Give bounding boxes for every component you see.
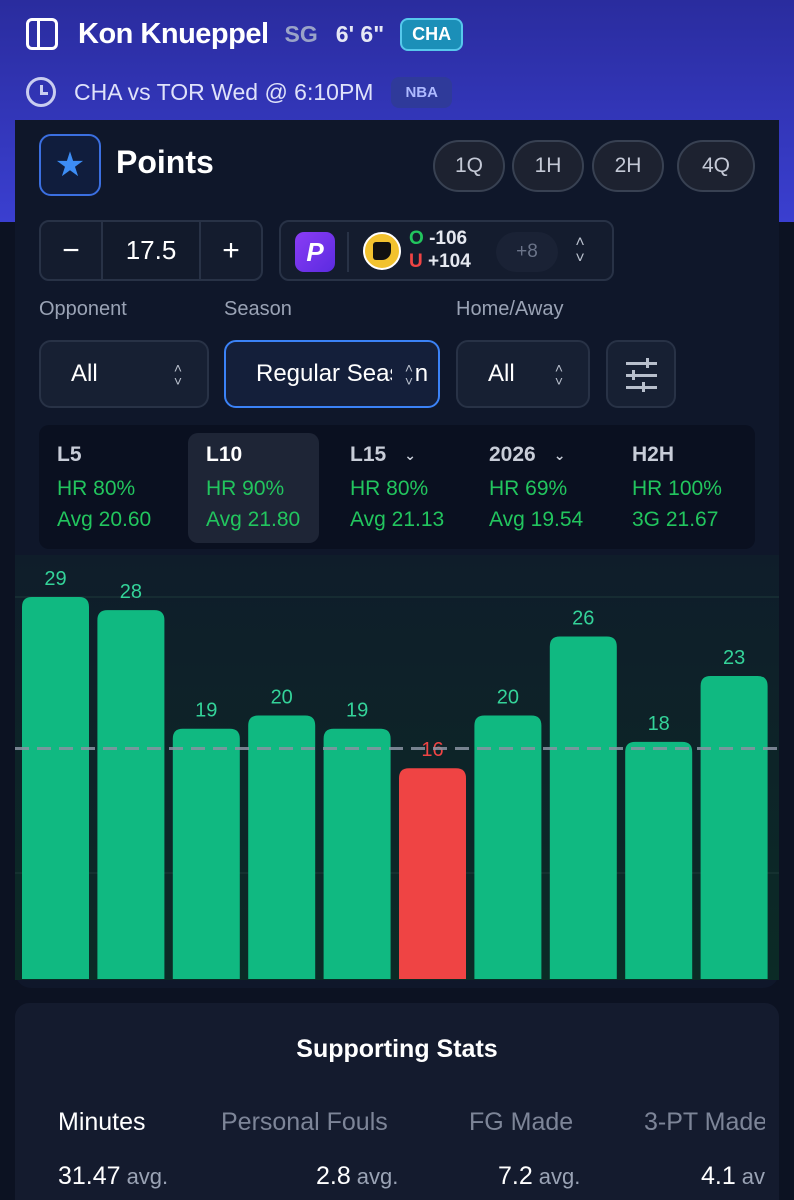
support-tab-3pt-made[interactable]: 3-PT Made bbox=[644, 1108, 765, 1137]
chart-bar[interactable] bbox=[248, 715, 316, 979]
chart-bar[interactable] bbox=[172, 728, 240, 979]
range-average: Avg 21.80 bbox=[206, 508, 301, 531]
increase-line-button[interactable]: + bbox=[201, 222, 261, 279]
opponent-value: All bbox=[71, 360, 98, 387]
bar-value-label: 23 bbox=[723, 647, 745, 669]
range-label: L15 bbox=[350, 443, 387, 466]
range-label: H2H bbox=[632, 443, 675, 466]
sidebar-toggle-icon[interactable] bbox=[26, 18, 58, 50]
player-header: Kon Knueppel SG 6' 6" CHA bbox=[26, 12, 464, 56]
period-button-1q[interactable]: 1Q bbox=[433, 140, 505, 192]
range-l5[interactable]: L5 HR 80% Avg 20.60 bbox=[39, 433, 185, 543]
prizepicks-logo-icon: P bbox=[295, 232, 335, 272]
range-2026[interactable]: 2026 ⌄ HR 69% Avg 19.54 bbox=[471, 433, 611, 543]
range-hit-rate: HR 100% bbox=[632, 477, 722, 500]
over-odds: O -106 bbox=[409, 228, 467, 250]
range-average: 3G 21.67 bbox=[632, 508, 719, 531]
support-tab-fg-made[interactable]: FG Made bbox=[469, 1108, 573, 1137]
bar-value-label: 19 bbox=[195, 700, 217, 722]
advanced-filters-button[interactable] bbox=[606, 340, 676, 408]
range-average: Avg 21.13 bbox=[350, 508, 445, 531]
range-l10[interactable]: L10 HR 90% Avg 21.80 bbox=[188, 433, 319, 543]
support-tab-personal-fouls[interactable]: Personal Fouls bbox=[221, 1108, 388, 1137]
chart-bar[interactable] bbox=[399, 768, 466, 979]
under-label: U bbox=[409, 251, 423, 272]
points-chart: 29 28 19 20 19 16 20 26 18 23 bbox=[15, 555, 779, 980]
chart-bar[interactable] bbox=[700, 676, 768, 979]
bar-chart-svg: 29 28 19 20 19 16 20 26 18 23 bbox=[15, 568, 779, 979]
chart-bar[interactable] bbox=[22, 597, 89, 979]
range-selector: L5 HR 80% Avg 20.60 L10 HR 90% Avg 21.80… bbox=[39, 425, 755, 549]
player-height: 6' 6" bbox=[335, 20, 385, 47]
range-l15[interactable]: L15 ⌄ HR 80% Avg 21.13 bbox=[332, 433, 467, 543]
chart-bar[interactable] bbox=[549, 636, 617, 979]
chevron-down-icon: ⌄ bbox=[404, 446, 416, 463]
range-average: Avg 19.54 bbox=[489, 508, 584, 531]
line-stepper: − 17.5 + bbox=[39, 220, 263, 281]
chevron-updown-icon: ˄ ˅ bbox=[402, 361, 416, 388]
bar-value-label: 16 bbox=[421, 739, 443, 761]
line-value[interactable]: 17.5 bbox=[101, 222, 201, 279]
period-button-4q[interactable]: 4Q bbox=[677, 140, 755, 192]
range-h2h[interactable]: H2H HR 100% 3G 21.67 bbox=[614, 433, 754, 543]
chevron-updown-icon: ˄ ˅ bbox=[575, 234, 585, 267]
support-value-minutes: 31.47 avg. bbox=[58, 1162, 169, 1190]
chart-bar[interactable] bbox=[625, 741, 693, 979]
chevron-updown-icon: ˄ ˅ bbox=[171, 361, 185, 388]
bar-value-label: 29 bbox=[44, 568, 66, 590]
chart-bar[interactable] bbox=[323, 728, 391, 979]
support-value-3pt-made: 4.1avg. bbox=[701, 1162, 765, 1190]
bar-value-label: 26 bbox=[572, 608, 594, 630]
game-matchup: CHA vs TOR Wed @ 6:10PM bbox=[74, 78, 374, 105]
player-name: Kon Knueppel bbox=[78, 17, 269, 50]
homeaway-label: Home/Away bbox=[456, 298, 564, 320]
player-position: SG bbox=[284, 20, 318, 47]
opponent-select[interactable]: All ˄ ˅ bbox=[39, 340, 209, 408]
over-price: -106 bbox=[429, 228, 468, 249]
chevron-updown-icon: ˄ ˅ bbox=[552, 361, 566, 388]
game-info: CHA vs TOR Wed @ 6:10PM NBA bbox=[26, 72, 452, 112]
support-value-personal-fouls: 2.8 avg. bbox=[316, 1162, 399, 1190]
favorite-button[interactable]: ★ bbox=[39, 134, 101, 196]
bar-value-label: 18 bbox=[648, 713, 670, 735]
chart-bar[interactable] bbox=[97, 610, 165, 979]
over-label: O bbox=[409, 228, 424, 249]
league-badge: NBA bbox=[391, 76, 452, 108]
chevron-down-icon: ⌄ bbox=[553, 446, 566, 463]
sportsbook-logo-icon bbox=[363, 232, 401, 270]
homeaway-value: All bbox=[488, 360, 515, 387]
period-button-2h[interactable]: 2H bbox=[592, 140, 664, 192]
star-icon: ★ bbox=[54, 146, 86, 184]
support-tab-minutes[interactable]: Minutes bbox=[58, 1108, 146, 1137]
range-label: L10 bbox=[206, 443, 243, 466]
bar-value-label: 20 bbox=[497, 687, 519, 709]
range-hit-rate: HR 80% bbox=[350, 477, 429, 500]
range-hit-rate: HR 80% bbox=[57, 477, 136, 500]
range-average: Avg 20.60 bbox=[57, 508, 152, 531]
range-label: L5 bbox=[57, 443, 82, 466]
team-badge: CHA bbox=[400, 17, 464, 51]
supporting-stats-card: Supporting Stats Minutes Personal Fouls … bbox=[15, 1003, 779, 1200]
range-label: 2026 bbox=[489, 443, 536, 466]
clock-icon bbox=[26, 77, 56, 107]
decrease-line-button[interactable]: − bbox=[41, 222, 101, 279]
more-books-badge[interactable]: +8 bbox=[496, 232, 558, 272]
homeaway-select[interactable]: All ˄ ˅ bbox=[456, 340, 590, 408]
support-value-fg-made: 7.2 avg. bbox=[498, 1162, 581, 1190]
chart-bar[interactable] bbox=[474, 715, 542, 979]
under-odds: U +104 bbox=[409, 251, 471, 273]
opponent-label: Opponent bbox=[39, 298, 127, 320]
under-price: +104 bbox=[428, 251, 471, 272]
period-button-1h[interactable]: 1H bbox=[512, 140, 584, 192]
odds-divider bbox=[347, 232, 349, 272]
season-label: Season bbox=[224, 298, 292, 320]
bar-value-label: 19 bbox=[346, 700, 368, 722]
odds-selector[interactable]: P O -106 U +104 +8 ˄ ˅ bbox=[279, 220, 614, 281]
stat-title: Points bbox=[116, 144, 214, 180]
bar-value-label: 28 bbox=[120, 581, 142, 603]
season-select[interactable]: Regular Season ˄ ˅ bbox=[224, 340, 440, 408]
bar-value-label: 20 bbox=[271, 687, 293, 709]
range-hit-rate: HR 69% bbox=[489, 477, 568, 500]
range-hit-rate: HR 90% bbox=[206, 477, 285, 500]
